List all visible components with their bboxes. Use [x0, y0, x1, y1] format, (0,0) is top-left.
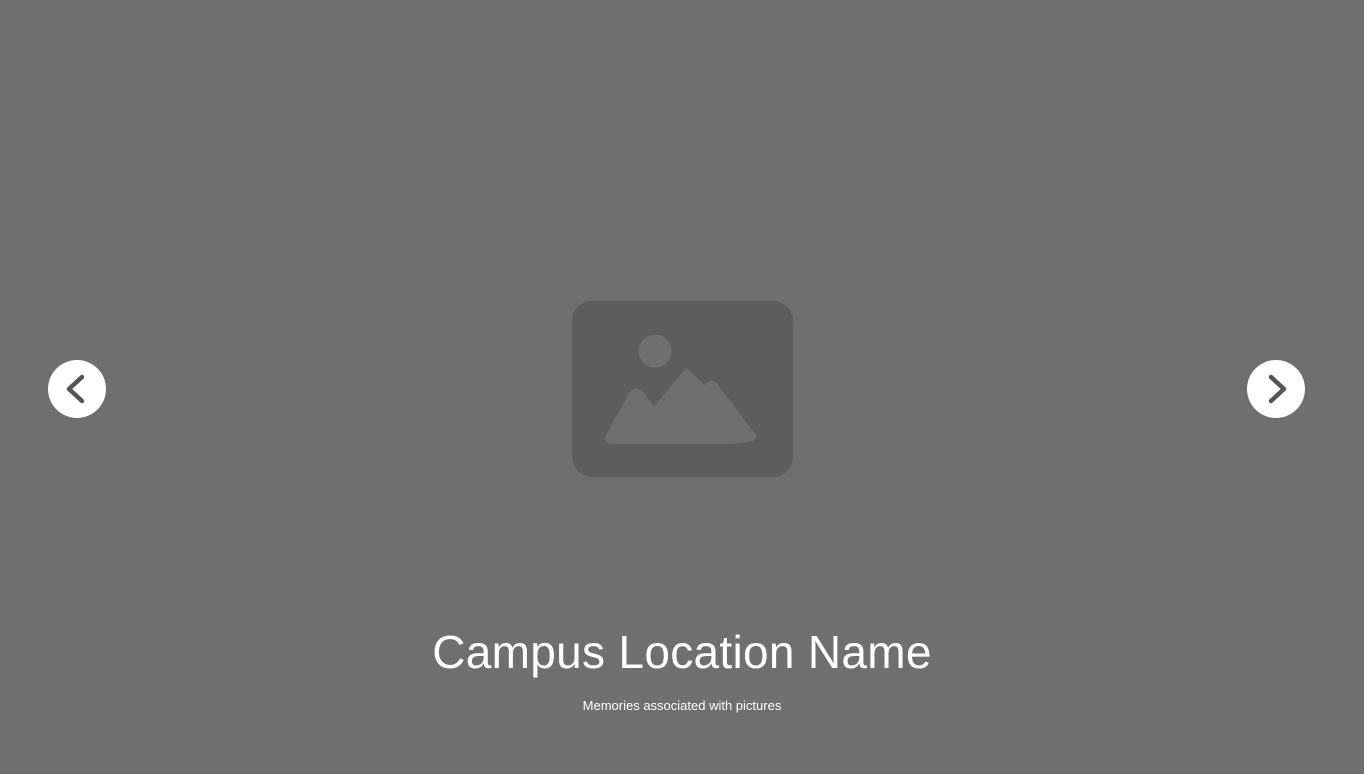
chevron-left-icon: [66, 374, 85, 404]
carousel-slide: Campus Location Name Memories associated…: [0, 0, 1364, 774]
chevron-right-icon: [1268, 374, 1287, 404]
slide-title: Campus Location Name: [432, 626, 932, 678]
image-placeholder-icon: [572, 301, 793, 477]
slide-subtitle: Memories associated with pictures: [582, 698, 782, 713]
previous-slide-button[interactable]: [48, 360, 106, 418]
next-slide-button[interactable]: [1247, 360, 1305, 418]
